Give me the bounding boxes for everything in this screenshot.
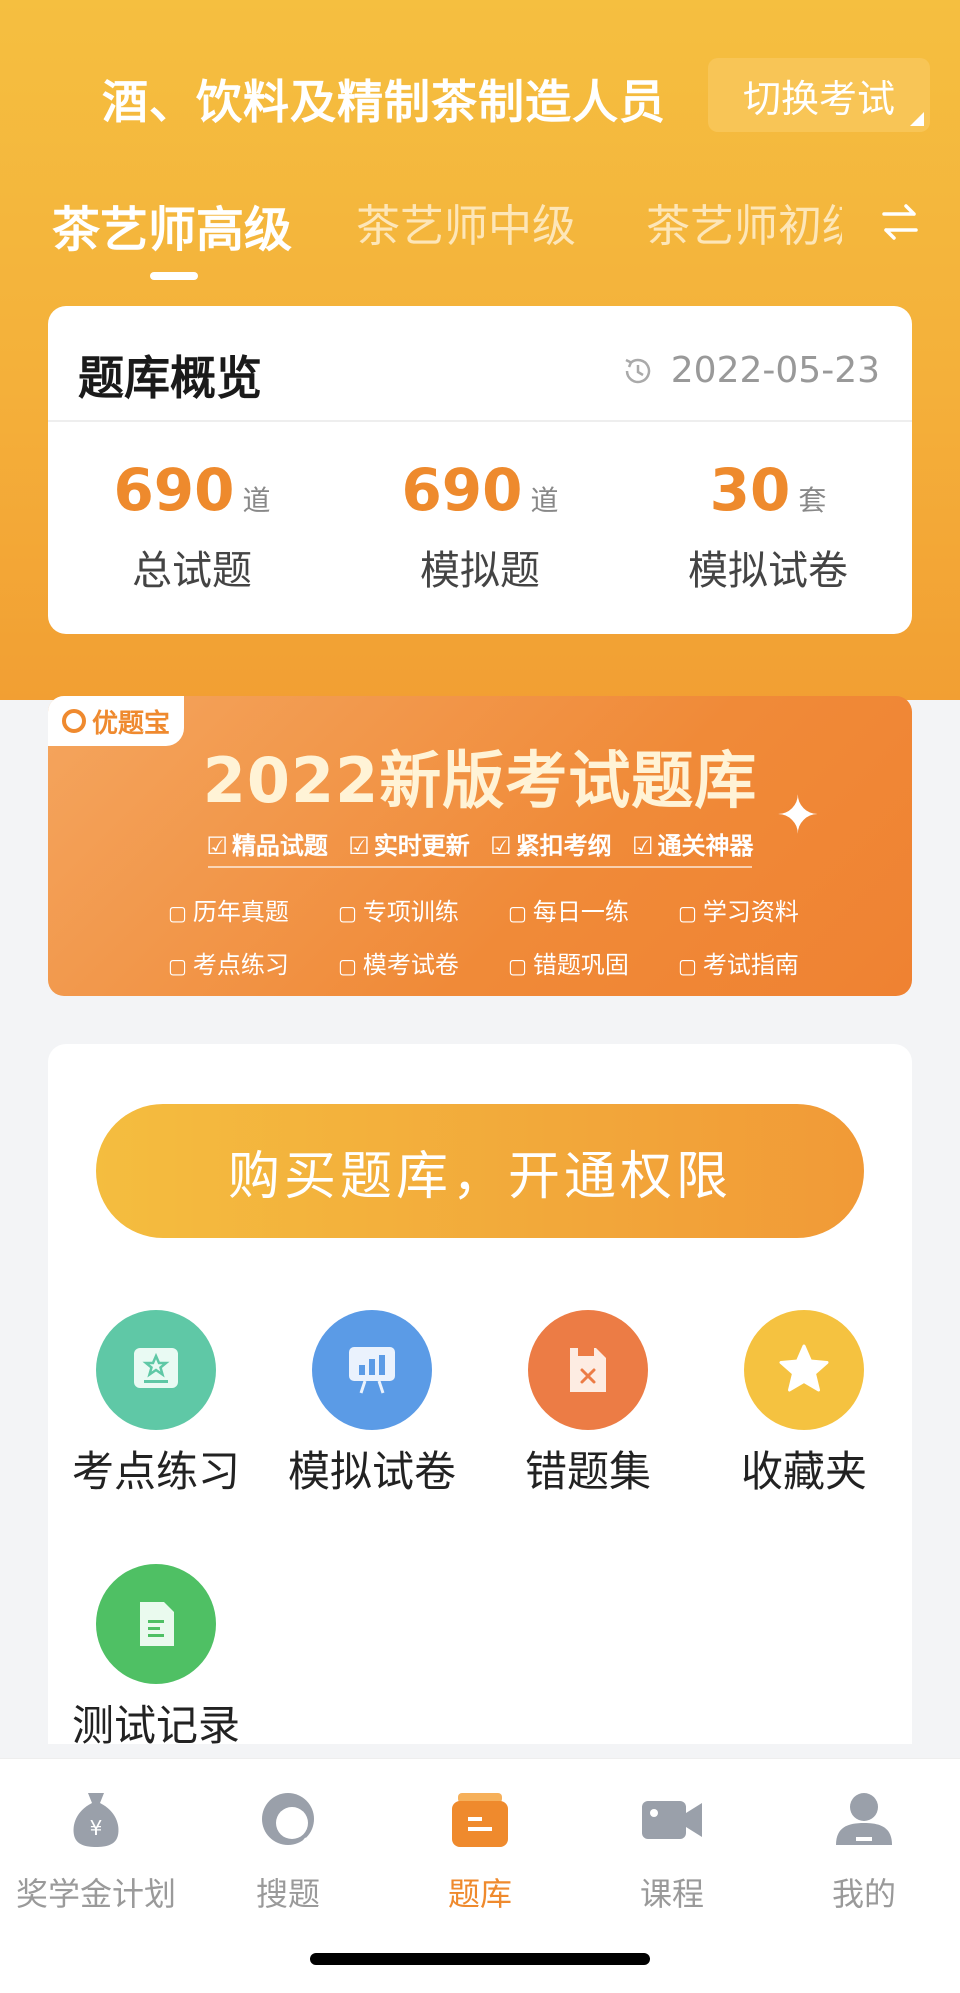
banner-feature: 专项训练 — [338, 892, 508, 927]
tab-junior[interactable]: 茶艺师初级 — [646, 190, 842, 254]
tab-senior[interactable]: 茶艺师高级 — [52, 190, 292, 260]
tool-wrong-questions[interactable]: 错题集 — [480, 1310, 696, 1499]
stat-mock-papers[interactable]: 30 套 模拟试卷 — [624, 456, 912, 596]
stat-unit: 道 — [530, 484, 559, 517]
stat-unit: 套 — [798, 484, 827, 517]
stat-mock-questions[interactable]: 690 道 模拟题 — [336, 456, 624, 596]
nav-label: 课程 — [639, 1875, 704, 1913]
stat-label: 模拟试卷 — [688, 548, 848, 594]
svg-text:¥: ¥ — [90, 1816, 103, 1840]
tool-label: 测试记录 — [71, 1701, 240, 1744]
nav-scholarship[interactable]: ¥ 奖学金计划 — [0, 1783, 192, 1915]
buy-question-bank-button[interactable]: 购买题库，开通权限 — [96, 1104, 864, 1238]
nav-question-bank[interactable]: 题库 — [384, 1783, 576, 1915]
promo-banner[interactable]: 优题宝 2022新版考试题库 ✦ 精品试题 实时更新 紧扣考纲 通关神器 历年真… — [48, 696, 912, 996]
banner-tags: 精品试题 实时更新 紧扣考纲 通关神器 — [48, 826, 912, 861]
tool-label: 模拟试卷 — [287, 1447, 456, 1496]
banner-tag: 精品试题 — [206, 832, 328, 860]
star-icon — [744, 1310, 864, 1430]
tools-panel: 购买题库，开通权限 考点练习 模拟试卷 错题集 收藏夹 测试记录 — [48, 1044, 912, 1744]
banner-feature: 错题巩固 — [508, 945, 678, 980]
stat-value: 30 — [709, 456, 791, 524]
banner-feature: 历年真题 — [168, 892, 338, 927]
stat-unit: 道 — [242, 484, 271, 517]
presentation-chart-icon — [312, 1310, 432, 1430]
banner-feature: 每日一练 — [508, 892, 678, 927]
banner-feature: 考试指南 — [678, 945, 848, 980]
banner-features: 历年真题 专项训练 每日一练 学习资料 考点练习 模考试卷 错题巩固 考试指南 — [168, 892, 848, 980]
level-tabs: 茶艺师高级 茶艺师中级 茶艺师初级 — [0, 190, 960, 290]
tool-test-records[interactable]: 测试记录 — [48, 1564, 264, 1744]
money-bag-icon: ¥ — [73, 1793, 119, 1847]
overview-date-text: 2022-05-23 — [670, 350, 880, 391]
stat-value: 690 — [113, 456, 235, 524]
video-camera-icon — [642, 1801, 702, 1839]
question-bank-icon — [452, 1793, 508, 1847]
banner-tag: 紧扣考纲 — [490, 832, 612, 860]
nav-profile[interactable]: 我的 — [768, 1783, 960, 1915]
tab-intermediate[interactable]: 茶艺师中级 — [356, 190, 576, 254]
wrong-doc-icon — [528, 1310, 648, 1430]
nav-courses[interactable]: 课程 — [576, 1783, 768, 1915]
home-indicator — [310, 1953, 650, 1965]
overview-card: 题库概览 2022-05-23 690 道 总试题 690 道 模拟题 30 套 模拟… — [48, 306, 912, 634]
history-clock-icon — [625, 358, 651, 383]
swap-arrows-icon[interactable] — [878, 200, 922, 244]
overview-title: 题库概览 — [78, 351, 262, 405]
banner-feature: 学习资料 — [678, 892, 848, 927]
nav-search[interactable]: 搜题 — [192, 1783, 384, 1915]
tool-mock-papers[interactable]: 模拟试卷 — [264, 1310, 480, 1499]
nav-label: 我的 — [831, 1875, 896, 1913]
person-icon — [836, 1793, 892, 1845]
overview-header: 题库概览 2022-05-23 — [48, 306, 912, 422]
nav-label: 奖学金计划 — [15, 1875, 176, 1913]
active-tab-indicator — [150, 272, 198, 280]
tool-label: 考点练习 — [71, 1447, 240, 1496]
banner-divider — [208, 866, 752, 868]
banner-feature: 考点练习 — [168, 945, 338, 980]
banner-feature: 模考试卷 — [338, 945, 508, 980]
top-bar: 酒、饮料及精制茶制造人员 切换考试 — [0, 0, 960, 190]
tool-favorites[interactable]: 收藏夹 — [696, 1310, 912, 1499]
nav-label: 题库 — [447, 1875, 512, 1913]
stat-total-questions[interactable]: 690 道 总试题 — [48, 456, 336, 596]
switch-exam-button[interactable]: 切换考试 — [708, 58, 930, 132]
tool-exam-points-practice[interactable]: 考点练习 — [48, 1310, 264, 1499]
corner-triangle-icon — [910, 112, 924, 126]
banner-tag: 通关神器 — [632, 832, 754, 860]
stat-value: 690 — [401, 456, 523, 524]
switch-exam-label: 切换考试 — [742, 76, 895, 121]
bottom-nav: ¥ 奖学金计划 搜题 题库 课程 我的 — [0, 1758, 960, 1993]
tool-label: 收藏夹 — [740, 1447, 867, 1496]
stat-label: 模拟题 — [420, 548, 540, 594]
banner-tag: 实时更新 — [348, 832, 470, 860]
overview-date: 2022-05-23 — [621, 350, 880, 391]
tool-label: 错题集 — [524, 1447, 651, 1496]
nav-label: 搜题 — [255, 1875, 320, 1913]
certificate-icon — [96, 1310, 216, 1430]
stat-label: 总试题 — [132, 548, 252, 594]
search-q-icon — [262, 1793, 316, 1849]
document-icon — [96, 1564, 216, 1684]
exam-title: 酒、饮料及精制茶制造人员 — [102, 75, 666, 129]
